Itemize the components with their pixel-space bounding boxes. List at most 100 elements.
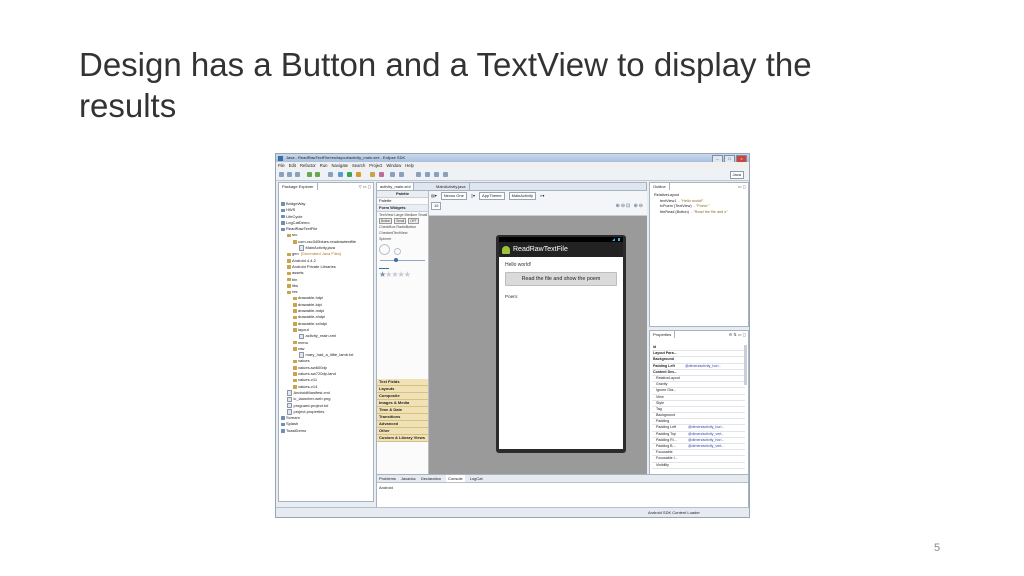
forward-icon[interactable] (443, 172, 448, 177)
zoom-controls[interactable]: ⊕⊖⊡ ⊕⊖ (616, 203, 644, 209)
tree-item[interactable]: ToastDemo (281, 428, 373, 434)
properties-scrollbar[interactable] (744, 345, 747, 385)
property-value[interactable] (688, 388, 745, 393)
palette-group[interactable]: Composite (377, 393, 428, 400)
palette-panel: Palette Palette Form Widgets TextView La… (377, 191, 429, 495)
property-value[interactable] (688, 463, 745, 468)
activity-dropdown[interactable]: MainActivity (508, 192, 536, 200)
java-perspective-button[interactable]: Java (729, 171, 744, 179)
tree-item-label: ToastDemo (286, 427, 307, 433)
property-value[interactable] (688, 401, 745, 406)
property-name: Ignore Gra... (656, 388, 677, 393)
palette-group-form-widgets[interactable]: Form Widgets (377, 205, 428, 212)
property-value[interactable] (685, 357, 745, 362)
property-name: View (656, 394, 664, 399)
palette-group[interactable]: Transitions (377, 414, 428, 421)
locale-icon[interactable]: ◐▾ (540, 192, 544, 200)
avd-manager-icon[interactable] (315, 172, 320, 177)
open-type-icon[interactable] (390, 172, 395, 177)
console-tab-console[interactable]: Console (446, 475, 465, 482)
new-class-icon[interactable] (379, 172, 384, 177)
palette-group[interactable]: Other (377, 428, 428, 435)
property-value[interactable]: @dimen/activity_hori... (685, 364, 745, 369)
outline-tab[interactable]: Outline (650, 183, 670, 190)
palette-group[interactable]: Advanced (377, 421, 428, 428)
android-sdk-manager-icon[interactable] (307, 172, 312, 177)
property-value[interactable] (685, 345, 745, 350)
property-name: Padding B... (656, 444, 676, 448)
property-row[interactable]: Visibility (652, 463, 745, 469)
menu-refactor[interactable]: Refactor (300, 162, 316, 169)
console-tab-logcat[interactable]: LogCat (470, 475, 483, 482)
design-canvas[interactable]: ▤▾ Nexus One ▯▾ AppTheme MainActivity ◐▾… (429, 191, 647, 487)
property-value[interactable] (688, 456, 745, 461)
run-icon[interactable] (347, 172, 352, 177)
property-value[interactable]: @dimen/activity_vert... (688, 444, 745, 449)
new-java-project-icon[interactable] (370, 172, 375, 177)
orientation-icon[interactable]: ▯▾ (471, 192, 475, 200)
console-tab-problems[interactable]: Problems (379, 475, 396, 482)
device-status-bar (499, 237, 623, 242)
property-value[interactable] (685, 370, 745, 375)
properties-tools-icon[interactable]: ⚙ ⇅ ▭ ◻ (729, 332, 746, 337)
menu-help[interactable]: Help (405, 162, 414, 169)
hello-textview[interactable]: Hello world! (499, 257, 623, 268)
property-value[interactable] (685, 351, 745, 356)
palette-seekbar[interactable] (380, 258, 425, 262)
search-icon[interactable] (399, 172, 404, 177)
next-annotation-icon[interactable] (416, 172, 421, 177)
build-icon[interactable] (328, 172, 333, 177)
palette-group[interactable]: Custom & Library Views (377, 435, 428, 442)
menu-edit[interactable]: Edit (289, 162, 296, 169)
tab-activity-main-xml[interactable]: activity_main.xml (377, 183, 415, 190)
view-menu-icon[interactable]: ▽ ▭ ◻ (359, 184, 371, 189)
console-tab-declaration[interactable]: Declaration (421, 475, 441, 482)
palette-groups: Text Fields Layouts Composite Images & Medi… (377, 379, 428, 442)
save-icon[interactable] (287, 172, 292, 177)
tab-mainactivity-java[interactable]: MainActivity.java (433, 183, 470, 190)
console-tab-javadoc[interactable]: Javadoc (401, 475, 416, 482)
property-value[interactable] (688, 419, 745, 424)
properties-tab[interactable]: Properties (650, 331, 676, 338)
palette-group[interactable]: Images & Media (377, 400, 428, 407)
property-value[interactable]: @dimen/activity_vert... (688, 432, 745, 437)
palette-dropdown[interactable]: Palette (377, 198, 428, 205)
palette-group[interactable]: Time & Date (377, 407, 428, 414)
menu-search[interactable]: Search (352, 162, 365, 169)
property-value[interactable]: @dimen/activity_hori... (688, 438, 745, 443)
poem-textview[interactable]: Poem: (499, 286, 623, 299)
property-value[interactable] (688, 413, 745, 418)
property-value[interactable] (688, 382, 745, 387)
outline-view-menu-icon[interactable]: ▭ ◻ (738, 184, 746, 189)
palette-ratingbar[interactable]: ★★★★★ (377, 270, 428, 279)
menu-navigate[interactable]: Navigate (331, 162, 348, 169)
property-value[interactable] (688, 395, 745, 400)
external-tools-icon[interactable] (356, 172, 361, 177)
api-level-dropdown[interactable]: 19 (431, 202, 442, 210)
property-name: Background (653, 357, 674, 362)
palette-group[interactable]: Text Fields (377, 379, 428, 386)
config-icon[interactable]: ▤▾ (431, 192, 437, 200)
print-icon[interactable] (295, 172, 300, 177)
menu-file[interactable]: File (278, 162, 285, 169)
menu-window[interactable]: Window (386, 162, 401, 169)
read-file-button[interactable]: Read the file and show the poem (505, 272, 617, 286)
new-icon[interactable] (279, 172, 284, 177)
palette-group[interactable]: Layouts (377, 386, 428, 393)
property-value[interactable] (688, 407, 745, 412)
property-value[interactable]: @dimen/activity_hori... (688, 425, 745, 430)
previous-annotation-icon[interactable] (425, 172, 430, 177)
property-value[interactable] (688, 376, 745, 381)
property-value[interactable] (688, 450, 745, 455)
back-icon[interactable] (434, 172, 439, 177)
menu-run[interactable]: Run (320, 162, 328, 169)
theme-dropdown[interactable]: AppTheme (479, 192, 505, 200)
package-explorer-tab[interactable]: Package Explorer (279, 183, 318, 190)
outline-tree: RelativeLayout textView1- "Hello world!" t… (654, 193, 728, 215)
debug-icon[interactable] (338, 172, 343, 177)
menu-project[interactable]: Project (369, 162, 382, 169)
outline-view: Outline ▭ ◻ RelativeLayout textView1- "He… (649, 182, 749, 327)
device-dropdown[interactable]: Nexus One (440, 192, 467, 200)
palette-progress-widgets[interactable] (377, 242, 428, 256)
outline-item[interactable]: btnRead (Button) - "Read the file and s" (654, 210, 728, 216)
